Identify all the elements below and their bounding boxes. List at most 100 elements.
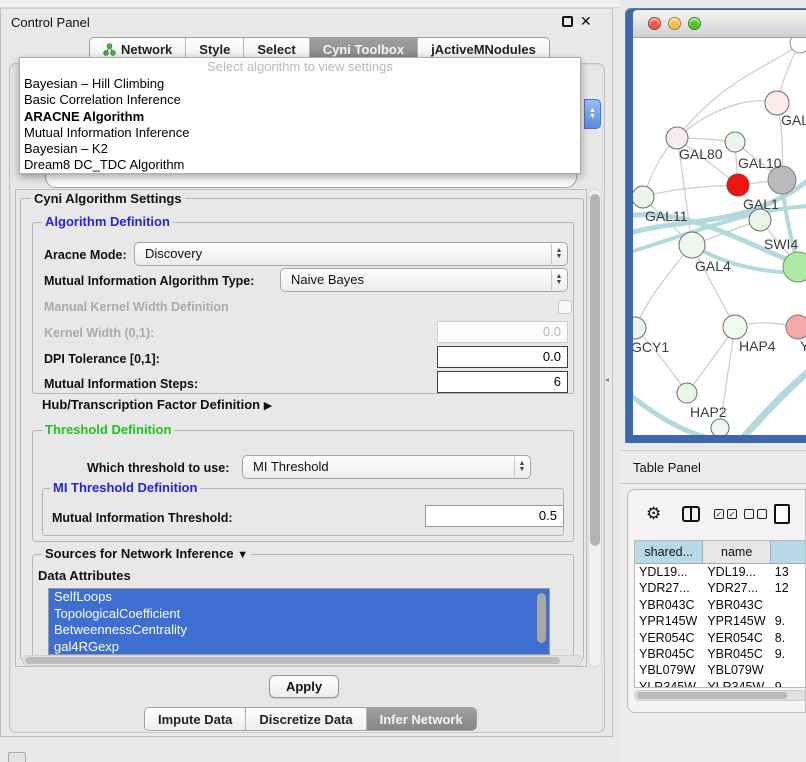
stepper-icon[interactable]: ▲▼ [514,457,529,477]
node-hap4[interactable] [723,315,747,339]
algorithm-dropdown[interactable]: Select algorithm to view settings Bayesi… [19,57,581,174]
node-hap2[interactable] [677,383,697,403]
manual-kernel-checkbox[interactable] [558,300,572,314]
hub-definition-expander[interactable]: Hub/Transcription Factor Definition ▶ [42,397,272,412]
column-header[interactable] [771,541,806,563]
table-cell: YBR043C [635,597,703,613]
table-cell: YDR27... [703,580,770,596]
which-threshold-select[interactable]: MI Threshold ▲▼ [242,455,531,479]
table-row[interactable]: YPR145WYPR145W9. [635,613,806,629]
settings-vertical-scrollbar[interactable] [588,189,602,667]
node-gal1[interactable] [727,174,749,196]
algorithm-option[interactable]: Dream8 DC_TDC Algorithm [20,157,580,173]
mi-steps-input[interactable]: 6 [437,371,568,393]
table-row[interactable]: YBR043CYBR043C [635,597,806,613]
panel-resize-handle[interactable]: ◂ [605,375,609,384]
columns-icon[interactable] [682,506,700,522]
tab-label: Discretize Data [259,712,352,727]
gear-icon[interactable]: ⚙ [646,504,661,524]
column-header[interactable]: shared... [635,541,703,563]
data-attribute-item[interactable]: gal4RGexp [49,639,549,655]
node-gal11[interactable] [633,186,654,208]
table-cell: YDL19... [635,564,703,580]
data-attribute-item[interactable]: BetweennessCentrality [49,622,549,639]
aracne-mode-select[interactable]: Discovery ▲▼ [134,242,568,266]
float-window-icon[interactable] [562,16,573,27]
list-scrollbar-thumb[interactable] [537,593,546,643]
scrollbar-thumb[interactable] [590,194,600,546]
data-attribute-item[interactable]: TopologicalCoefficient [49,606,549,623]
table-panel-title: Table Panel [633,460,701,475]
window-zoom-traffic-light[interactable] [688,17,701,30]
scrollbar-thumb[interactable] [25,657,560,664]
close-icon[interactable]: ✕ [580,13,592,30]
algorithm-definition-legend: Algorithm Definition [42,214,173,229]
tab-discretize-data[interactable]: Discretize Data [246,708,366,730]
tab-label: Network [121,42,172,57]
stepper-icon[interactable]: ▲▼ [551,270,566,290]
window-close-traffic-light[interactable] [648,17,661,30]
scrollbar-thumb[interactable] [637,692,787,699]
algorithm-option[interactable]: Basic Correlation Inference [20,92,580,108]
node-gcy1[interactable] [633,317,646,339]
node-gal4[interactable] [679,232,705,258]
column-header[interactable]: name [703,541,771,563]
cyni-settings-legend: Cyni Algorithm Settings [31,191,185,206]
network-canvas[interactable]: GALGAL80GAL10GAL1GAL11SWI4GAL4GCY1HAP4YH… [633,38,806,435]
checked-boxes-icon[interactable]: ✓✓ [714,509,737,519]
node[interactable] [711,419,729,435]
table-row[interactable]: YDL19...YDL19...13 [635,564,806,580]
table-row[interactable]: YER054CYER054C8. [635,630,806,646]
network-window-titlebar[interactable] [633,10,806,38]
document-icon[interactable] [774,504,790,524]
node-label: GAL1 [743,196,779,212]
algorithm-option[interactable]: Bayesian – Hill Climbing [20,76,580,92]
node-label: HAP2 [690,404,727,420]
table-cell: YBL079W [703,662,770,678]
stepper-icon[interactable]: ▲▼ [551,244,566,264]
dpi-tolerance-input[interactable]: 0.0 [437,346,568,368]
table-horizontal-scrollbar[interactable] [634,690,806,701]
tab-impute-data[interactable]: Impute Data [145,708,246,730]
mi-threshold-input[interactable]: 0.5 [425,505,564,527]
network-graph[interactable]: GALGAL80GAL10GAL1GAL11SWI4GAL4GCY1HAP4YH… [633,38,806,435]
hidden-combobox-spinner[interactable]: ▲▼ [584,99,601,129]
apply-button[interactable]: Apply [269,675,339,698]
node-swi4[interactable] [749,209,771,231]
sources-legend-text: Sources for Network Inference [45,546,234,561]
table-row[interactable]: YLR345WYLR345W9. [635,679,806,688]
dpi-tolerance-label: DPI Tolerance [0,1]: [44,352,160,366]
algorithm-option[interactable]: Mutual Information Inference [20,125,580,141]
algorithm-option[interactable]: Bayesian – K2 [20,141,580,157]
node-y[interactable] [786,315,806,339]
unchecked-boxes-icon[interactable] [744,509,767,519]
table-cell: 9. [771,646,806,662]
algorithm-option[interactable]: ARACNE Algorithm [20,109,580,125]
node-label: GAL11 [645,208,688,224]
collapse-arrow-icon[interactable]: ▼ [237,549,248,561]
tab-label: Impute Data [158,712,232,727]
tab-infer-network[interactable]: Infer Network [367,708,476,730]
table-row[interactable]: YDR27...YDR27...12 [635,580,806,596]
control-panel-window: Control Panel ✕ NetworkStyleSelectCyni T… [0,8,613,737]
algorithm-dropdown-list: Bayesian – Hill ClimbingBasic Correlatio… [20,76,580,174]
window-minimize-traffic-light[interactable] [668,17,681,30]
tab-label: Infer Network [380,712,463,727]
minimized-panel-button[interactable] [8,752,26,762]
settings-horizontal-scrollbar[interactable] [22,655,582,666]
table-row[interactable]: YBR045CYBR045C9. [635,646,806,662]
kernel-width-input[interactable]: 0.0 [437,321,568,343]
node[interactable] [790,38,806,53]
node-label: HAP4 [739,338,776,354]
mi-type-label: Mutual Information Algorithm Type: [44,274,254,288]
node-gal10[interactable] [725,132,745,152]
table-row[interactable]: YBL079WYBL079W [635,662,806,678]
data-attributes-list[interactable]: SelfLoopsTopologicalCoefficientBetweenne… [48,588,550,655]
mi-type-select[interactable]: Naive Bayes ▲▼ [280,268,568,292]
data-attribute-item[interactable]: SelfLoops [49,589,549,606]
node-attribute-table[interactable]: shared...name YDL19...YDL19...13YDR27...… [634,540,806,688]
mi-threshold-legend: MI Threshold Definition [50,480,200,495]
expander-arrow-icon[interactable]: ▶ [264,400,272,412]
table-cell: YPR145W [703,613,770,629]
network-view-window[interactable]: GALGAL80GAL10GAL1GAL11SWI4GAL4GCY1HAP4YH… [625,8,806,443]
